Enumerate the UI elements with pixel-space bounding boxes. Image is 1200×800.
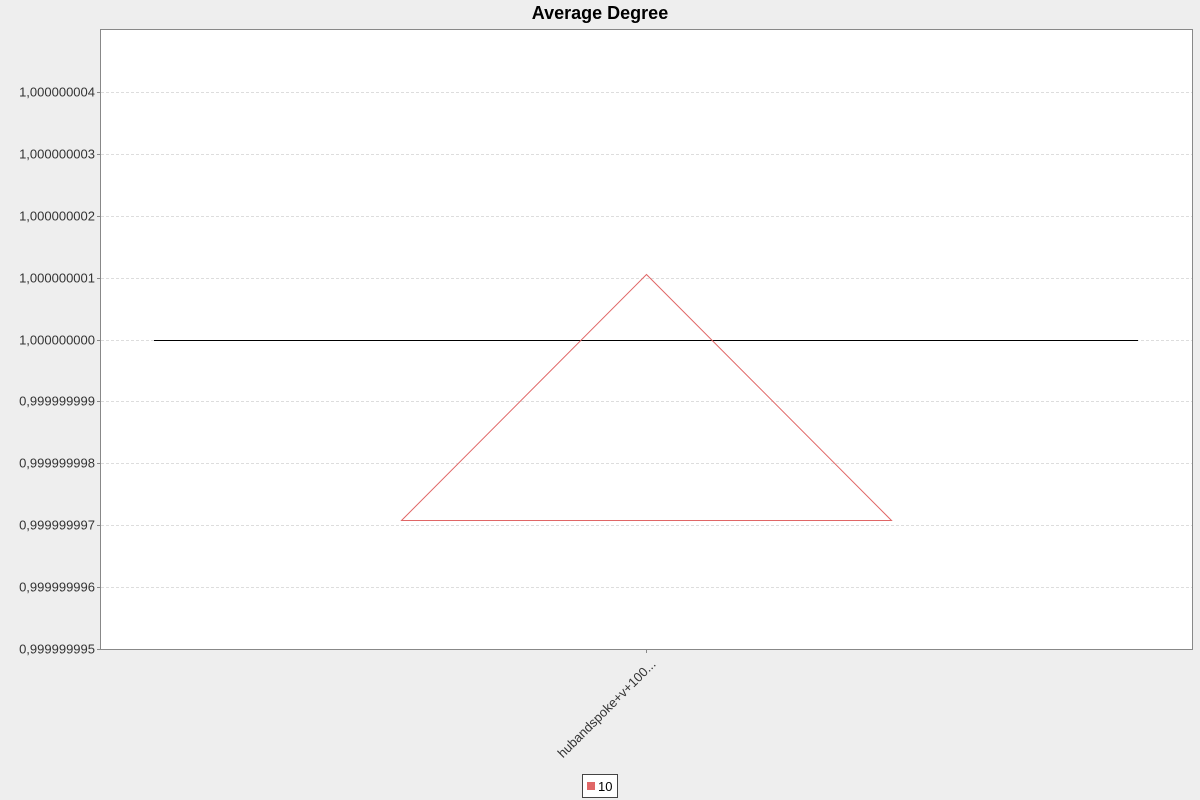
y-tick-label: 0,999999998 (19, 456, 95, 471)
y-tick-label: 1,000000000 (19, 333, 95, 348)
chart-svg: Average Degree 0,9999999950,9999999960,9… (19, 3, 1193, 798)
y-tick-label: 0,999999996 (19, 580, 95, 595)
y-tick-label: 1,000000001 (19, 271, 95, 286)
legend: 10 (582, 774, 618, 798)
legend-swatch (587, 782, 595, 790)
y-tick-label: 1,000000003 (19, 147, 95, 162)
y-tick-label: 1,000000004 (19, 85, 95, 100)
y-tick-label: 1,000000002 (19, 209, 95, 224)
y-tick-label: 0,999999999 (19, 394, 95, 409)
y-axis-ticks: 0,999999995 0,999999996 0,999999997 0,99999… (19, 85, 101, 657)
x-axis-ticks: hubandspoke+v+100... (554, 649, 659, 761)
chart-container: Average Degree 0,999999995 0,999999996 0,9… (0, 0, 1200, 800)
x-tick-label: hubandspoke+v+100... (554, 657, 658, 761)
y-tick-label: 0,999999997 (19, 518, 95, 533)
chart-title: Average Degree (532, 3, 668, 23)
y-tick-label: 0,999999995 (19, 642, 95, 657)
legend-label: 10 (598, 779, 612, 794)
plot-area (100, 29, 1193, 650)
